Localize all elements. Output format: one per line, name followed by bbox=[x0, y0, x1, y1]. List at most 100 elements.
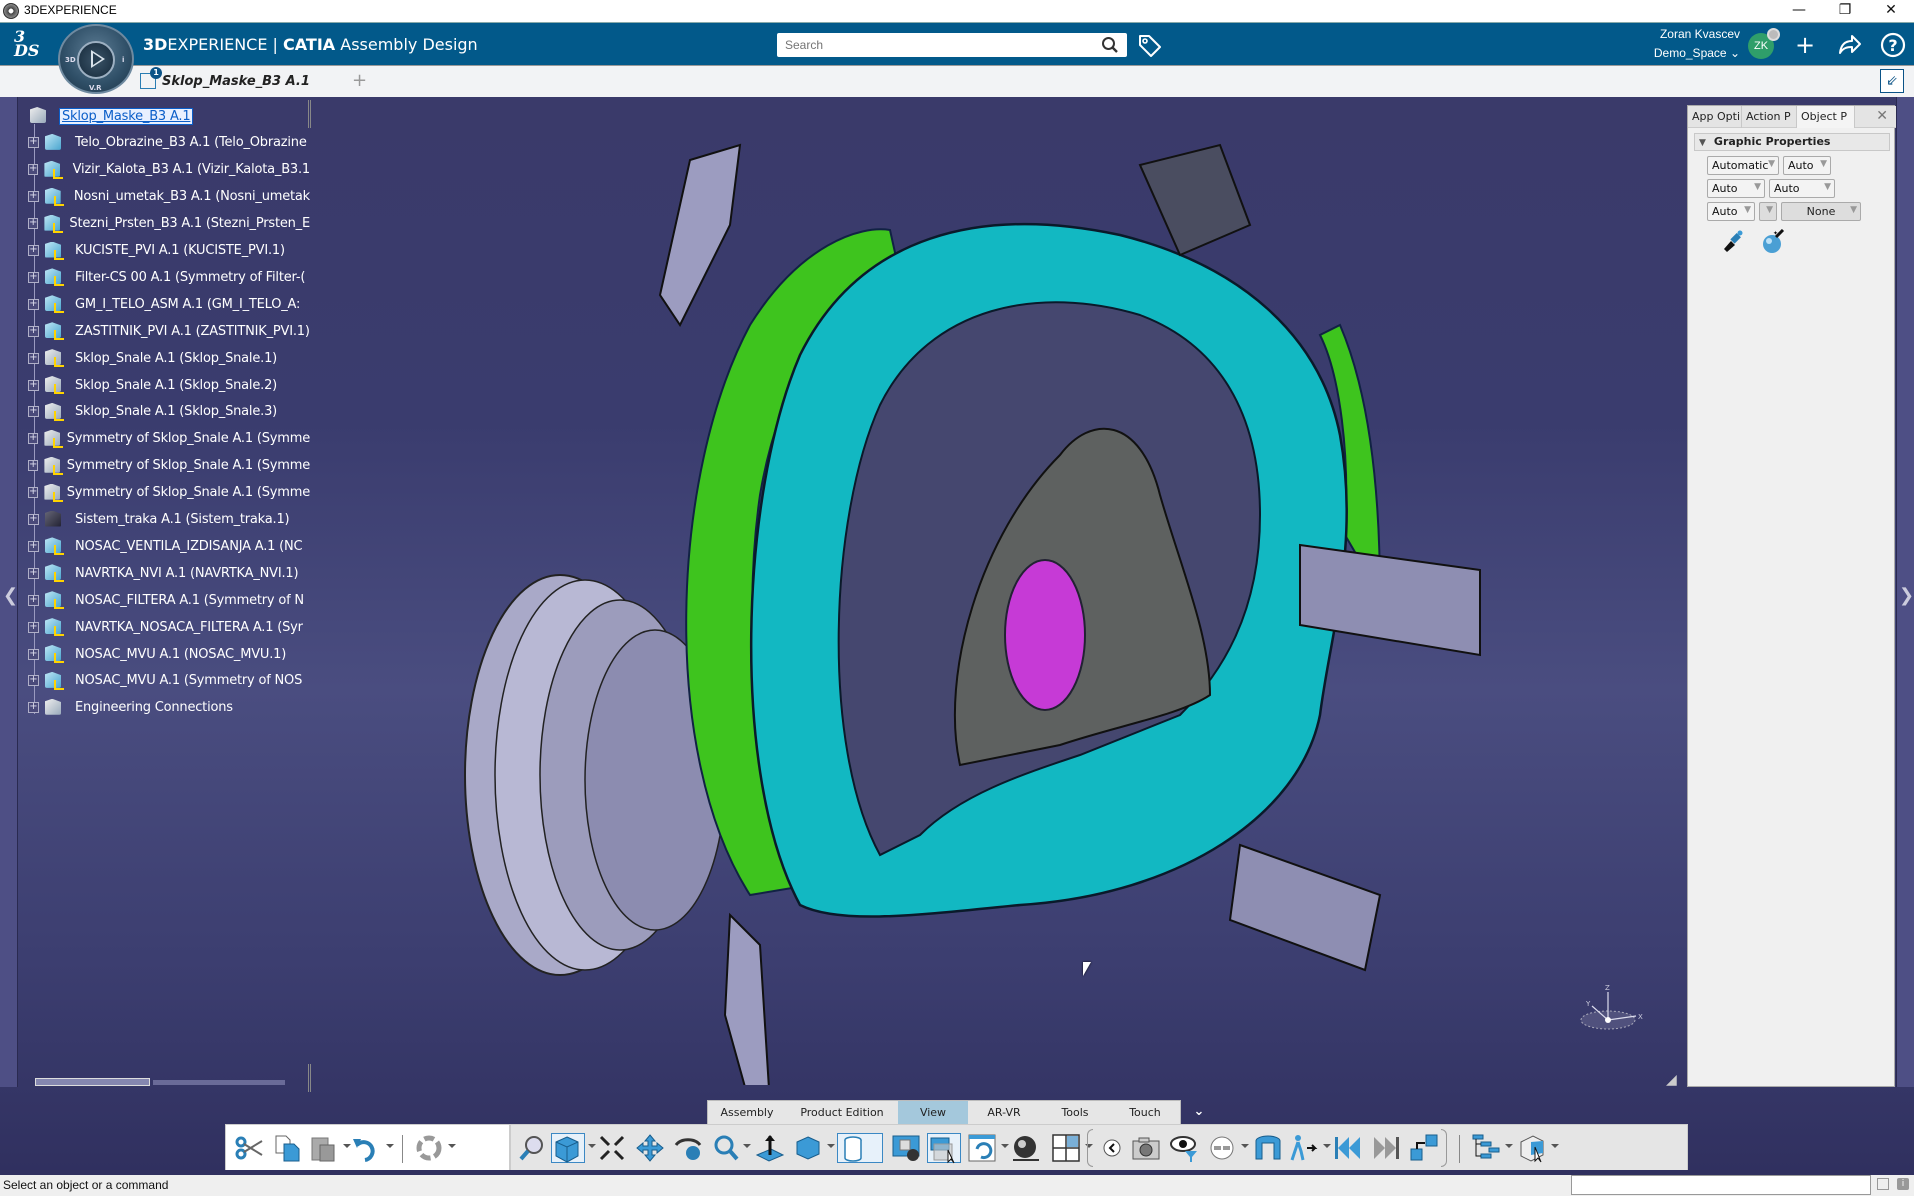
line-thickness-dropdown[interactable]: Auto▼ bbox=[1707, 202, 1755, 221]
info-icon[interactable]: i bbox=[1897, 1178, 1909, 1190]
select-box-icon[interactable] bbox=[927, 1133, 961, 1163]
select-mode-icon[interactable] bbox=[1517, 1133, 1547, 1163]
tab-assembly[interactable]: Assembly bbox=[708, 1101, 786, 1124]
expand-icon[interactable]: + bbox=[28, 326, 39, 337]
tree-splitter[interactable] bbox=[308, 100, 311, 128]
dropdown-arrow-icon[interactable] bbox=[1323, 1144, 1331, 1148]
command-input[interactable] bbox=[1571, 1175, 1871, 1195]
tree-node[interactable]: +NOSAC_MVU A.1 (NOSAC_MVU.1) bbox=[20, 642, 310, 666]
zoom-area-icon[interactable] bbox=[597, 1133, 627, 1163]
dropdown-arrow-icon[interactable] bbox=[448, 1144, 456, 1148]
dropdown-arrow-icon[interactable] bbox=[743, 1144, 751, 1148]
expand-icon[interactable]: + bbox=[28, 164, 38, 175]
dropdown-arrow-icon[interactable] bbox=[827, 1144, 835, 1148]
dropdown-arrow-icon[interactable] bbox=[588, 1144, 596, 1148]
tree-node[interactable]: +Sistem_traka A.1 (Sistem_traka.1) bbox=[20, 508, 310, 532]
magic-sphere-icon[interactable]: ✦ bbox=[1760, 229, 1786, 255]
tree-node[interactable]: +KUCISTE_PVI A.1 (KUCISTE_PVI.1) bbox=[20, 239, 310, 263]
3d-model-mask-assembly[interactable] bbox=[420, 115, 1500, 1085]
tree-node[interactable]: +Sklop_Snale A.1 (Sklop_Snale.3) bbox=[20, 400, 310, 424]
normal-view-icon[interactable] bbox=[755, 1133, 785, 1163]
collapse-toolbar-icon[interactable] bbox=[1097, 1133, 1119, 1163]
tree-node[interactable]: +Filter-CS 00 A.1 (Symmetry of Filter-( bbox=[20, 265, 310, 289]
tree-icon[interactable] bbox=[1471, 1133, 1501, 1163]
tree-node[interactable]: +Symmetry of Sklop_Snale A.1 (Symme bbox=[20, 427, 310, 451]
expand-icon[interactable]: + bbox=[28, 514, 39, 525]
minimize-button[interactable]: — bbox=[1776, 0, 1822, 23]
expand-icon[interactable]: + bbox=[28, 595, 39, 606]
ambiance-icon[interactable] bbox=[1011, 1133, 1041, 1163]
tab-touch[interactable]: Touch bbox=[1110, 1101, 1180, 1124]
tab-object-properties[interactable]: Object P bbox=[1797, 106, 1855, 128]
tree-horizontal-scrollbar[interactable] bbox=[35, 1078, 285, 1086]
tree-node[interactable]: +Sklop_Snale A.1 (Sklop_Snale.1) bbox=[20, 346, 310, 370]
expand-icon[interactable]: + bbox=[28, 460, 38, 471]
tree-node[interactable]: +NOSAC_VENTILA_IZDISANJA A.1 (NC bbox=[20, 534, 310, 558]
layout-icon[interactable] bbox=[1051, 1133, 1081, 1163]
cylinder-view-icon[interactable] bbox=[837, 1133, 883, 1163]
chevron-down-icon[interactable]: ⌄ bbox=[1188, 1101, 1210, 1123]
line-type-dropdown[interactable]: Auto▼ bbox=[1769, 179, 1835, 198]
section-icon[interactable] bbox=[1253, 1133, 1283, 1163]
close-icon[interactable]: ✕ bbox=[1868, 106, 1896, 127]
tab-view[interactable]: View bbox=[898, 1101, 968, 1124]
expand-icon[interactable]: + bbox=[28, 137, 39, 148]
update-icon[interactable] bbox=[414, 1133, 444, 1163]
view-mode-icon[interactable] bbox=[551, 1133, 585, 1163]
avatar[interactable]: ZK bbox=[1748, 33, 1774, 59]
close-button[interactable]: ✕ bbox=[1868, 0, 1914, 23]
walk-icon[interactable] bbox=[1289, 1133, 1319, 1163]
help-icon[interactable]: ? bbox=[1879, 31, 1907, 59]
expand-icon[interactable]: + bbox=[28, 245, 39, 256]
panel-resize-handle[interactable]: ◢ bbox=[1666, 1072, 1677, 1088]
expand-icon[interactable]: + bbox=[28, 622, 39, 633]
tree-node[interactable]: +Nosni_umetak_B3 A.1 (Nosni_umetak bbox=[20, 185, 310, 209]
new-tab-button[interactable]: + bbox=[352, 70, 367, 91]
paste-icon[interactable] bbox=[308, 1133, 338, 1163]
history-icon[interactable] bbox=[967, 1133, 997, 1163]
scrollbar-track[interactable] bbox=[153, 1080, 285, 1085]
tab-tools[interactable]: Tools bbox=[1040, 1101, 1110, 1124]
fill-color-dropdown[interactable]: Automatic▼ bbox=[1707, 156, 1779, 175]
line-color-dropdown[interactable]: Auto▼ bbox=[1707, 179, 1765, 198]
expand-icon[interactable]: + bbox=[28, 702, 39, 713]
axis-triad[interactable]: Z X Y bbox=[1578, 982, 1648, 1032]
dropdown-arrow-icon[interactable] bbox=[1551, 1144, 1559, 1148]
expand-icon[interactable]: + bbox=[28, 191, 39, 202]
expand-icon[interactable]: + bbox=[28, 218, 38, 229]
tree-node[interactable]: +Stezni_Prsten_B3 A.1 (Stezni_Prsten_E bbox=[20, 212, 310, 236]
dropdown-arrow-icon[interactable] bbox=[1241, 1144, 1249, 1148]
tag-icon[interactable] bbox=[1137, 33, 1163, 59]
glasses-icon[interactable] bbox=[1207, 1133, 1237, 1163]
tree-node[interactable]: +NOSAC_MVU A.1 (Symmetry of NOS bbox=[20, 669, 310, 693]
ds-logo[interactable]: 3DS bbox=[12, 28, 48, 58]
tab-ar-vr[interactable]: AR-VR bbox=[968, 1101, 1040, 1124]
point-symbol-dropdown[interactable]: None▼ bbox=[1781, 202, 1861, 221]
expand-icon[interactable]: + bbox=[28, 299, 39, 310]
collapse-icon[interactable]: ⇙ bbox=[1880, 69, 1904, 93]
visibility-filter-icon[interactable] bbox=[1169, 1133, 1199, 1163]
undo-icon[interactable] bbox=[351, 1133, 381, 1163]
scrollbar-thumb[interactable] bbox=[35, 1078, 150, 1086]
tree-node[interactable]: +Telo_Obrazine_B3 A.1 (Telo_Obrazine bbox=[20, 131, 310, 155]
fit-all-icon[interactable] bbox=[517, 1133, 547, 1163]
tree-node[interactable]: +Engineering Connections bbox=[20, 696, 310, 720]
rotate-icon[interactable] bbox=[673, 1133, 703, 1163]
dropdown-arrow-icon[interactable] bbox=[386, 1144, 394, 1148]
dropdown-arrow-icon[interactable] bbox=[343, 1144, 351, 1148]
expand-icon[interactable]: + bbox=[28, 675, 39, 686]
graphic-properties-section[interactable]: ▼Graphic Properties bbox=[1694, 133, 1890, 151]
capture-icon[interactable] bbox=[1131, 1133, 1161, 1163]
expand-icon[interactable]: + bbox=[28, 433, 38, 444]
expand-icon[interactable]: + bbox=[28, 406, 39, 417]
first-step-icon[interactable] bbox=[1333, 1133, 1363, 1163]
last-step-icon[interactable] bbox=[1371, 1133, 1401, 1163]
collab-space-selector[interactable]: Demo_Space ⌄ bbox=[1630, 46, 1740, 60]
tree-node[interactable]: +Vizir_Kalota_B3 A.1 (Vizir_Kalota_B3.1 bbox=[20, 158, 310, 182]
display-settings-icon[interactable] bbox=[891, 1133, 921, 1163]
point-color-dropdown[interactable]: ▼ bbox=[1759, 202, 1777, 221]
render-style-icon[interactable] bbox=[793, 1133, 823, 1163]
copy-icon[interactable] bbox=[272, 1133, 302, 1163]
chevron-left-icon[interactable]: ❮ bbox=[3, 585, 18, 606]
search-icon[interactable] bbox=[1101, 36, 1119, 54]
